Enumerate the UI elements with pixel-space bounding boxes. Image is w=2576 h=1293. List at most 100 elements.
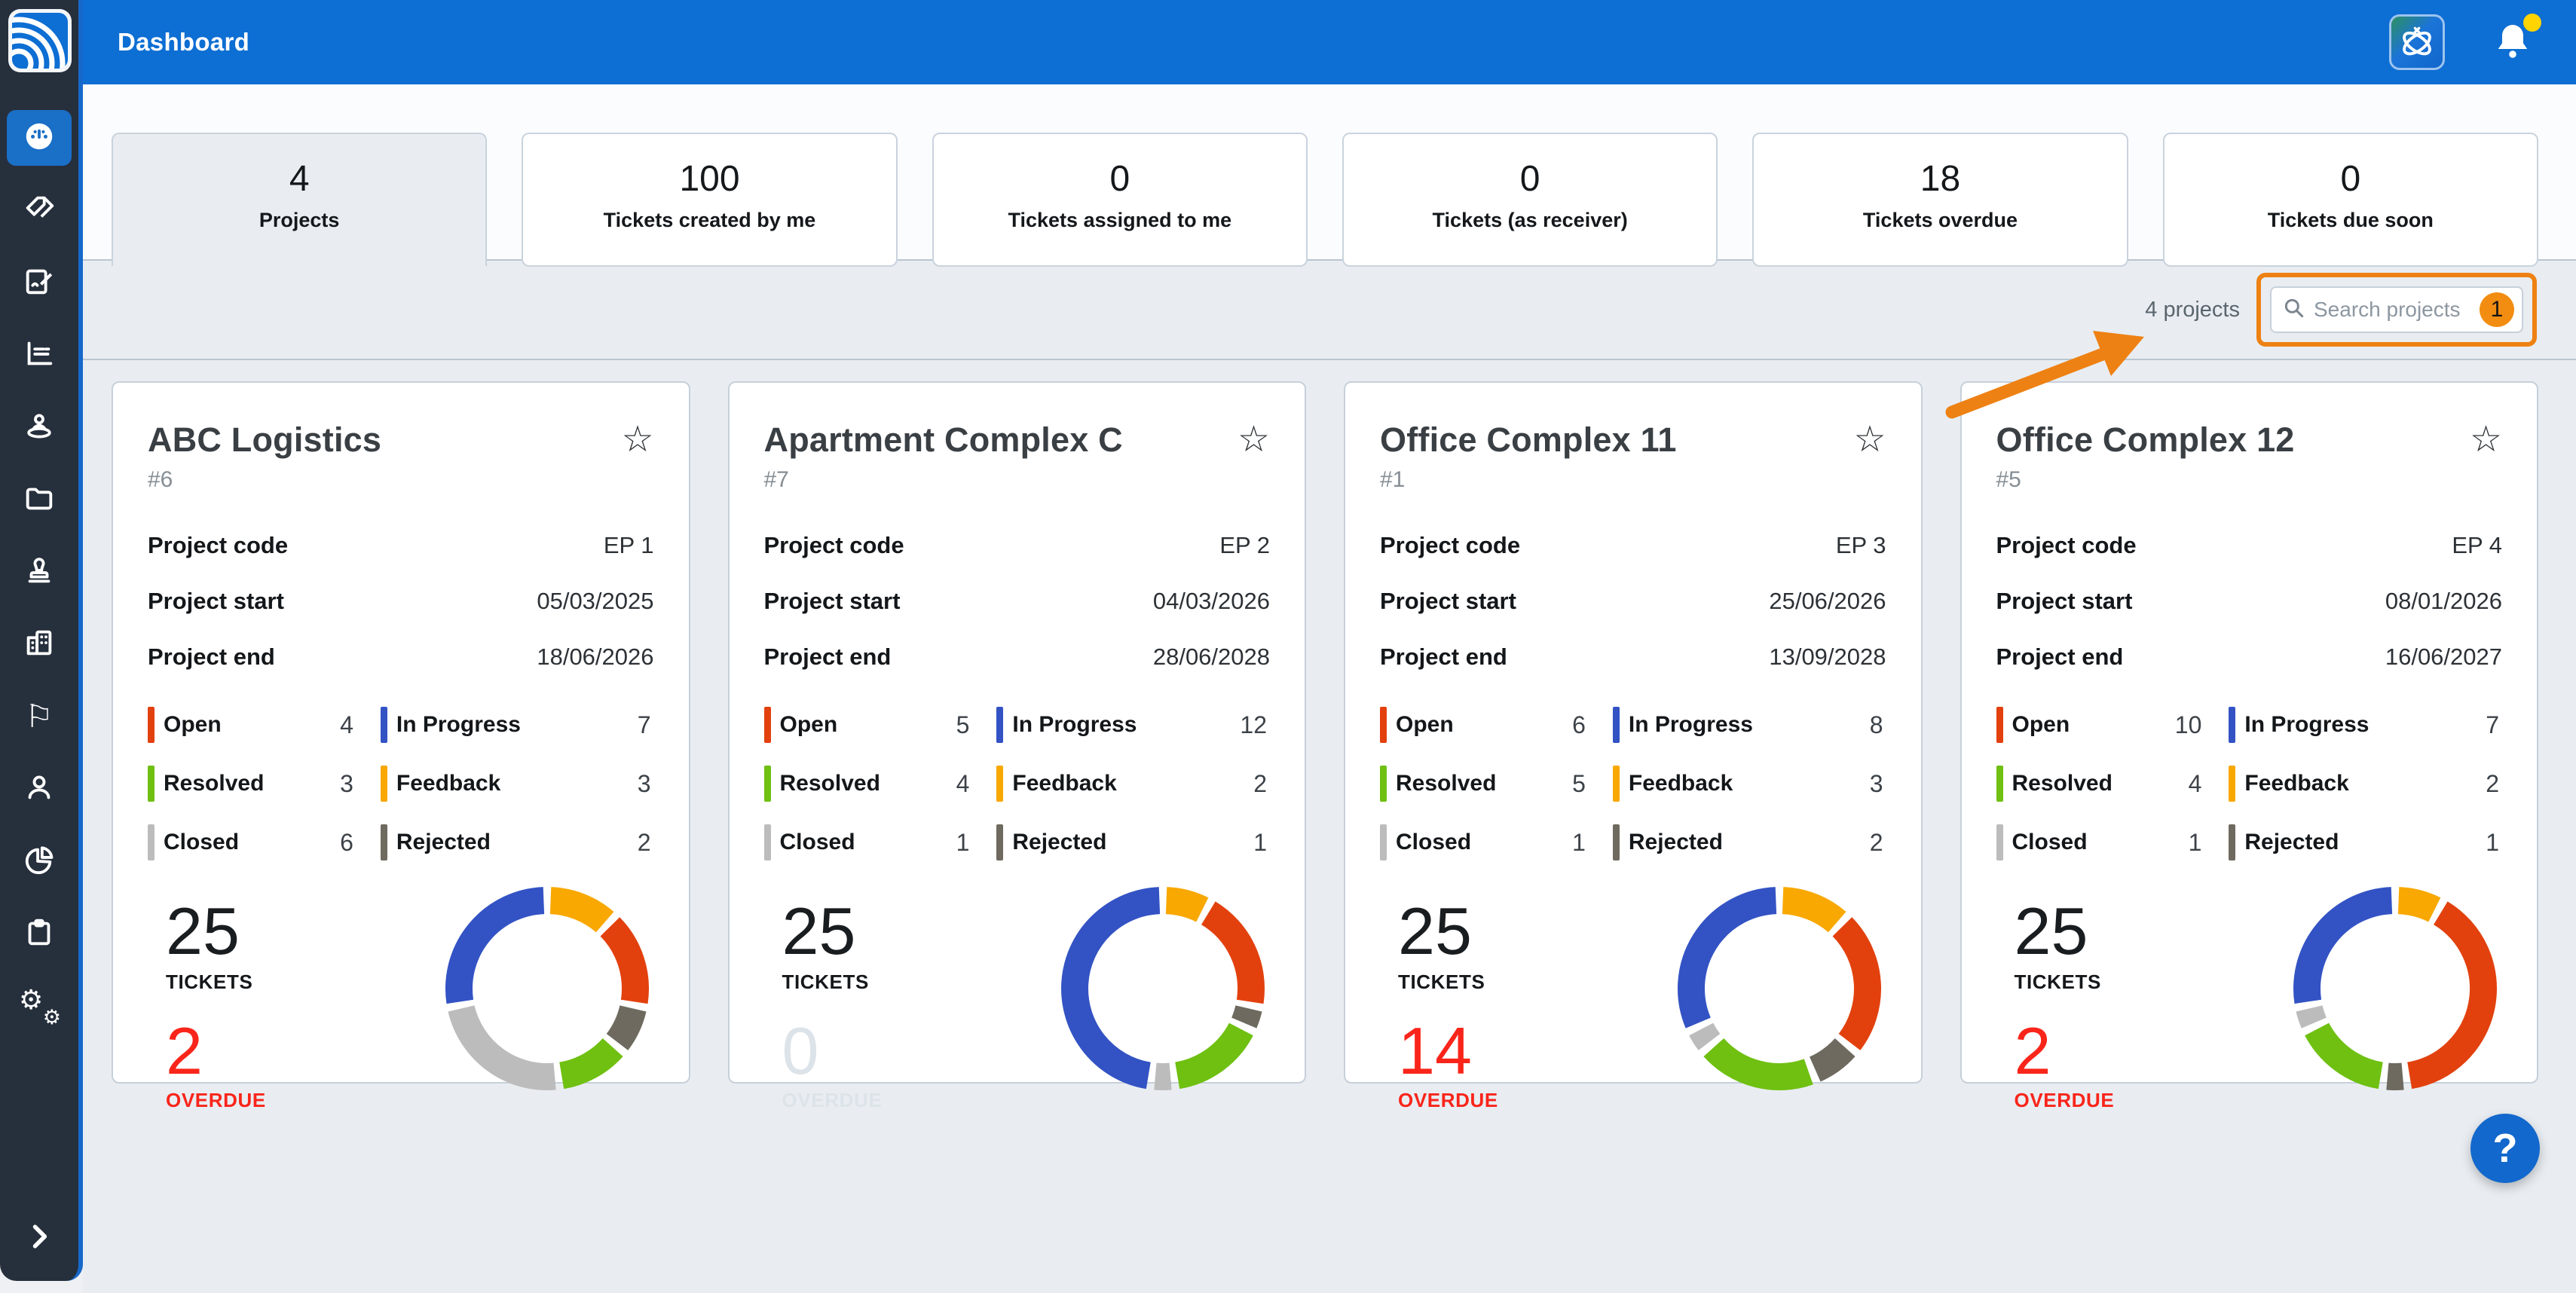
field-value: EP 2 — [1219, 532, 1270, 559]
stat-tab-3[interactable]: 0Tickets (as receiver) — [1342, 133, 1718, 267]
project-card-0[interactable]: ABC Logistics☆#6Project codeEP 1Project … — [112, 381, 690, 1084]
sidebar-item-contracts[interactable] — [7, 255, 72, 310]
field-value: 28/06/2028 — [1153, 643, 1270, 671]
tickets-count: 25 — [166, 898, 266, 964]
status-grid: Open5In Progress12Resolved4Feedback2Clos… — [764, 705, 1271, 862]
project-fields: Project codeEP 1Project start05/03/2025P… — [148, 532, 654, 671]
sidebar-item-dashboard[interactable] — [7, 110, 72, 166]
sidebar-item-statistics[interactable] — [7, 833, 72, 889]
status-count: 1 — [2189, 829, 2229, 857]
field-label: Project end — [1380, 643, 1507, 671]
status-in_progress: In Progress7 — [2229, 705, 2502, 744]
sidebar-item-approvals[interactable] — [7, 544, 72, 600]
stat-tab-value: 100 — [523, 158, 895, 200]
projects-count: 4 projects — [2145, 298, 2240, 322]
stat-tab-4[interactable]: 18Tickets overdue — [1752, 133, 2128, 267]
status-label: In Progress — [1012, 712, 1137, 738]
project-card-1[interactable]: Apartment Complex C☆#7Project codeEP 2Pr… — [728, 381, 1307, 1084]
sidebar-item-settings[interactable]: ⚙⚙ — [7, 978, 72, 1034]
field-row: Project start25/06/2026 — [1380, 588, 1886, 615]
project-number: #6 — [148, 467, 654, 493]
status-count: 6 — [1572, 711, 1613, 739]
app-switcher-button[interactable] — [2389, 14, 2445, 70]
sidebar-item-companies[interactable] — [7, 616, 72, 672]
dashboard-icon — [22, 119, 57, 157]
donut-segment-closed — [2309, 1008, 2314, 1022]
documents-icon — [22, 481, 57, 519]
sidebar-item-documents[interactable] — [7, 472, 72, 527]
sidebar-expand-button[interactable] — [23, 1220, 56, 1255]
notifications-button[interactable] — [2492, 20, 2534, 66]
project-cards: ABC Logistics☆#6Project codeEP 1Project … — [83, 360, 2576, 1084]
feedback-color-bar — [381, 766, 387, 802]
status-count: 5 — [1572, 770, 1613, 798]
donut-segment-open — [1842, 927, 1868, 1042]
field-label: Project start — [148, 588, 284, 615]
main-area: Dashboard — [83, 0, 2576, 1293]
favorite-star-icon[interactable]: ☆ — [1853, 422, 1886, 458]
status-count: 4 — [956, 770, 997, 798]
status-closed: Closed 1 — [1996, 823, 2229, 862]
field-value: EP 4 — [2452, 532, 2502, 559]
sidebar-item-tags[interactable] — [7, 182, 72, 238]
status-in_progress: In Progress12 — [996, 705, 1270, 744]
stat-tab-5[interactable]: 0Tickets due soon — [2163, 133, 2538, 267]
donut-segment-feedback — [1782, 900, 1837, 922]
donut-segment-in_progress — [459, 900, 543, 1001]
status-open: Open10 — [1996, 705, 2229, 744]
projects-toolbar: 4 projects 1 — [83, 261, 2576, 360]
field-row: Project end18/06/2026 — [148, 643, 654, 671]
status-count: 4 — [2189, 770, 2229, 798]
status-label: Resolved — [2012, 771, 2113, 796]
status-resolved: Resolved 4 — [1996, 764, 2229, 803]
stats-tabs: 4Projects 100Tickets created by me 0Ticket… — [83, 84, 2576, 267]
field-value: 05/03/2025 — [537, 588, 653, 615]
favorite-star-icon[interactable]: ☆ — [621, 422, 653, 458]
app: ⚐ ⚙⚙ Dashboard — [0, 0, 2576, 1293]
ticket-status-donut-chart — [1677, 886, 1882, 1091]
status-count: 2 — [638, 829, 654, 857]
project-title: Office Complex 12 — [1996, 420, 2295, 460]
status-label: Rejected — [2244, 830, 2339, 855]
status-in_progress: In Progress8 — [1613, 705, 1886, 744]
status-grid: Open6In Progress8Resolved5Feedback3Close… — [1380, 705, 1886, 862]
project-fields: Project codeEP 3Project start25/06/2026P… — [1380, 532, 1886, 671]
donut-segment-rejected — [1244, 1008, 1249, 1022]
ticket-status-donut-chart — [445, 886, 650, 1091]
users-icon — [22, 770, 57, 809]
status-count: 1 — [1572, 829, 1613, 857]
status-label: Open — [780, 712, 838, 738]
search-input[interactable] — [2314, 298, 2472, 322]
stat-tab-2[interactable]: 0Tickets assigned to me — [932, 133, 1308, 267]
chevron-right-icon — [23, 1244, 56, 1255]
open-color-bar — [148, 707, 154, 743]
project-card-3[interactable]: Office Complex 12☆#5Project codeEP 4Proj… — [1960, 381, 2539, 1084]
search-box[interactable]: 1 — [2270, 286, 2523, 333]
status-label: Closed — [2012, 830, 2088, 855]
status-label: Closed — [780, 830, 855, 855]
ticket-status-donut-chart — [2293, 886, 2498, 1091]
sidebar-item-reports[interactable] — [7, 327, 72, 383]
help-button[interactable]: ? — [2470, 1114, 2540, 1183]
status-count: 1 — [2486, 829, 2502, 857]
donut-segment-in_progress — [1690, 900, 1775, 1023]
status-count: 4 — [340, 711, 381, 739]
project-number: #7 — [764, 467, 1271, 493]
favorite-star-icon[interactable]: ☆ — [2470, 422, 2502, 458]
sidebar-item-tasks[interactable] — [7, 906, 72, 961]
card-header: ABC Logistics☆ — [148, 420, 654, 460]
sidebar-item-flags[interactable]: ⚐ — [7, 689, 72, 744]
flag-icon: ⚐ — [25, 701, 54, 732]
sidebar-item-users[interactable] — [7, 761, 72, 817]
sidebar-nav: ⚐ ⚙⚙ — [7, 110, 72, 1050]
favorite-star-icon[interactable]: ☆ — [1238, 422, 1270, 458]
card-footer: 25TICKETS0OVERDUE — [764, 885, 1271, 1112]
in_progress-color-bar — [2229, 707, 2235, 743]
status-count: 5 — [956, 711, 997, 739]
stat-tab-0[interactable]: 4Projects — [112, 133, 487, 267]
project-card-2[interactable]: Office Complex 11☆#1Project codeEP 3Proj… — [1344, 381, 1923, 1084]
status-feedback: Feedback2 — [2229, 764, 2502, 803]
sidebar-item-sites[interactable] — [7, 399, 72, 455]
stat-tab-1[interactable]: 100Tickets created by me — [522, 133, 897, 267]
rejected-color-bar — [2229, 824, 2235, 860]
